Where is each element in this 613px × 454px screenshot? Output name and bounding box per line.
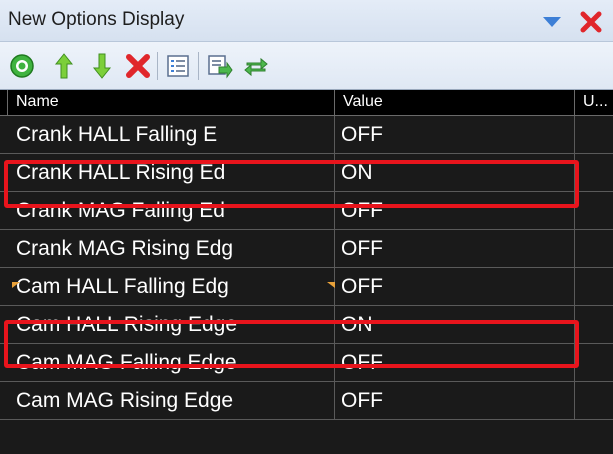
option-name: Cam MAG Rising Edge (8, 382, 335, 420)
panel-titlebar: New Options Display (0, 0, 613, 42)
option-unit (575, 154, 613, 192)
options-grid: Name Value U... Crank HALL Falling E OFF… (0, 90, 613, 454)
column-header-name[interactable]: Name (8, 90, 335, 116)
delete-icon[interactable] (122, 50, 154, 82)
properties-icon[interactable] (162, 50, 194, 82)
option-unit (575, 382, 613, 420)
option-name: Cam HALL Rising Edge (8, 306, 335, 344)
table-row[interactable]: Crank HALL Falling E OFF (0, 116, 613, 154)
option-value[interactable]: OFF (335, 382, 575, 420)
table-row[interactable]: Crank MAG Rising Edg OFF (0, 230, 613, 268)
option-unit (575, 306, 613, 344)
option-name: Crank HALL Rising Ed (8, 154, 335, 192)
table-row[interactable]: Cam MAG Falling Edge OFF (0, 344, 613, 382)
table-row[interactable]: Cam MAG Rising Edge OFF (0, 382, 613, 420)
move-down-icon[interactable] (86, 50, 118, 82)
focus-corner-marker (327, 282, 335, 288)
header-gutter (0, 90, 8, 116)
option-name: Crank HALL Falling E (8, 116, 335, 154)
option-name: Cam MAG Falling Edge (8, 344, 335, 382)
grid-header: Name Value U... (0, 90, 613, 116)
option-value[interactable]: OFF (335, 230, 575, 268)
export-icon[interactable] (204, 50, 236, 82)
table-row[interactable]: Cam HALL Rising Edge ON (0, 306, 613, 344)
option-value[interactable]: ON (335, 306, 575, 344)
column-header-unit[interactable]: U... (575, 90, 613, 116)
focus-corner-marker (12, 282, 20, 288)
move-up-icon[interactable] (48, 50, 80, 82)
option-unit (575, 116, 613, 154)
option-value[interactable]: OFF (335, 268, 575, 306)
panel-title: New Options Display (8, 9, 185, 30)
option-unit (575, 344, 613, 382)
toolbar-separator (157, 52, 158, 80)
option-value[interactable]: OFF (335, 192, 575, 230)
option-unit (575, 268, 613, 306)
table-row[interactable]: Crank MAG Falling Ed OFF (0, 192, 613, 230)
option-name: Crank MAG Falling Ed (8, 192, 335, 230)
option-unit (575, 192, 613, 230)
option-name: Cam HALL Falling Edg (8, 268, 335, 306)
dropdown-arrow-icon[interactable] (541, 14, 563, 30)
table-row[interactable]: Crank HALL Rising Ed ON (0, 154, 613, 192)
option-value[interactable]: OFF (335, 116, 575, 154)
option-value[interactable]: ON (335, 154, 575, 192)
column-header-value[interactable]: Value (335, 90, 575, 116)
table-row[interactable]: Cam HALL Falling Edg OFF (0, 268, 613, 306)
toolbar-separator (198, 52, 199, 80)
refresh-icon[interactable] (240, 50, 272, 82)
option-unit (575, 230, 613, 268)
option-name: Crank MAG Rising Edg (8, 230, 335, 268)
toolbar (0, 42, 613, 90)
option-value[interactable]: OFF (335, 344, 575, 382)
add-icon[interactable] (6, 50, 38, 82)
close-icon[interactable] (578, 10, 604, 34)
